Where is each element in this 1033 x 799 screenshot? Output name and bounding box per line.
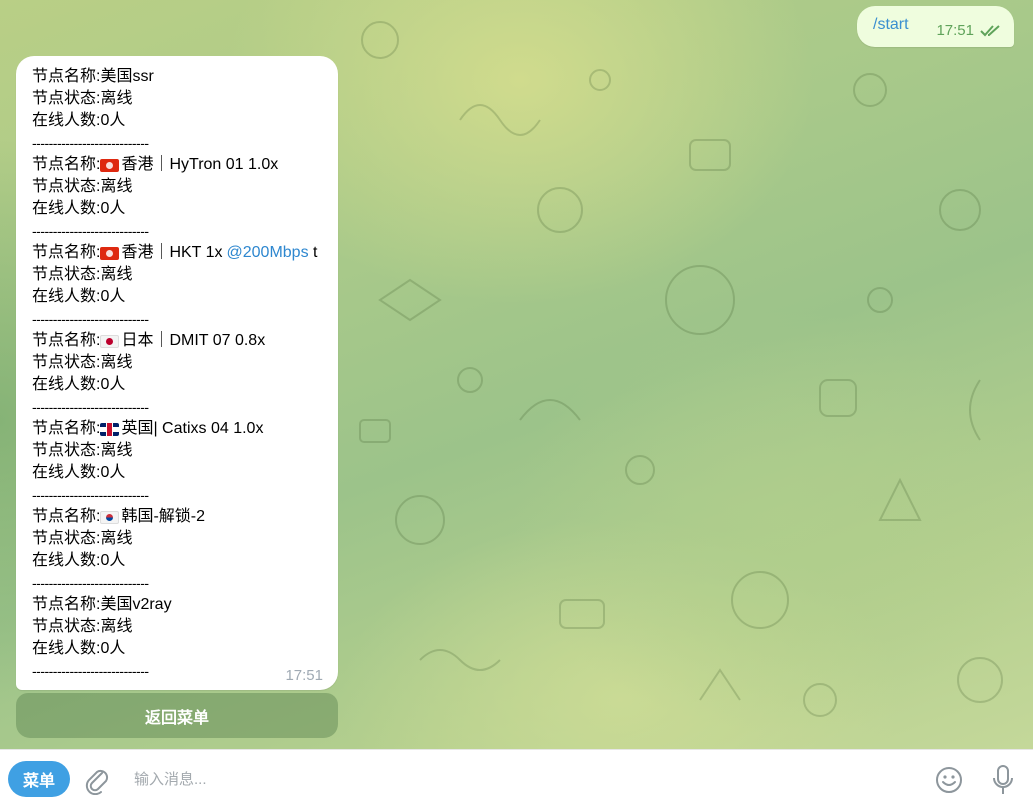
separator-line: ---------------------------- (32, 575, 149, 591)
node-name-line: 节点名称: 香港｜HyTron 01 1.0x (32, 154, 324, 176)
back-to-menu-button[interactable]: 返回菜单 (16, 693, 338, 738)
message-input-bar: 菜单 (0, 749, 1033, 799)
sent-message-text[interactable]: /start (873, 16, 909, 33)
node-status-line: 节点状态:离线 (32, 266, 133, 283)
flag-gb-icon (100, 422, 120, 436)
node-name-line: 节点名称: 英国| Catixs 04 1.0x (32, 418, 324, 440)
node-name-prefix: 节点名称: (32, 68, 101, 85)
chat-area[interactable]: /start 17:51 节点名称: 美国ssr 节点状态:离线 在线人数:0人 ---… (0, 0, 1033, 749)
node-name-line: 节点名称: 美国v2ray (32, 594, 324, 616)
sent-message-bubble[interactable]: /start 17:51 (857, 6, 1014, 47)
node-name-prefix: 节点名称: (32, 244, 101, 261)
node-name-prefix: 节点名称: (32, 420, 101, 437)
node-name-line: 节点名称: 美国ssr (32, 66, 324, 88)
node-status-line: 节点状态:离线 (32, 178, 133, 195)
node-online-count-line: 在线人数:0人 (32, 640, 126, 657)
node-online-count-line: 在线人数:0人 (32, 112, 126, 129)
node-name-prefix: 节点名称: (32, 332, 101, 349)
separator-line: ---------------------------- (32, 135, 149, 151)
flag-hk-icon (100, 246, 120, 260)
node-name-line: 节点名称: 韩国-解锁-2 (32, 506, 324, 528)
node-name: 英国| Catixs 04 1.0x (121, 420, 264, 437)
microphone-icon[interactable] (990, 763, 1016, 797)
flag-hk-icon (100, 158, 120, 172)
node-name: 香港｜HKT 1x (121, 244, 223, 261)
flag-kr-icon (100, 510, 120, 524)
node-status-line: 节点状态:离线 (32, 618, 133, 635)
double-check-icon (980, 24, 1000, 36)
node-status-list: 节点名称: 美国ssr 节点状态:离线 在线人数:0人 ----------------… (32, 66, 324, 682)
node-name-prefix: 节点名称: (32, 596, 101, 613)
node-online-count-line: 在线人数:0人 (32, 464, 126, 481)
node-online-count-line: 在线人数:0人 (32, 376, 126, 393)
separator-line: ---------------------------- (32, 663, 149, 679)
node-name-line: 节点名称: 日本｜DMIT 07 0.8x (32, 330, 324, 352)
sent-message-meta: 17:51 (936, 22, 1002, 39)
node-online-count-line: 在线人数:0人 (32, 552, 126, 569)
node-name: 日本｜DMIT 07 0.8x (121, 332, 266, 349)
bot-menu-button[interactable]: 菜单 (8, 761, 70, 797)
emoji-icon[interactable] (934, 765, 964, 795)
separator-line: ---------------------------- (32, 399, 149, 415)
received-message-bubble[interactable]: 节点名称: 美国ssr 节点状态:离线 在线人数:0人 ----------------… (16, 56, 338, 690)
node-name-prefix: 节点名称: (32, 508, 101, 525)
mention-link[interactable]: @200Mbps (227, 242, 309, 264)
node-status-line: 节点状态:离线 (32, 354, 133, 371)
node-name: 美国ssr (100, 68, 154, 85)
node-status-line: 节点状态:离线 (32, 530, 133, 547)
separator-line: ---------------------------- (32, 487, 149, 503)
node-online-count-line: 在线人数:0人 (32, 200, 126, 217)
node-name: 韩国-解锁-2 (121, 508, 206, 525)
separator-line: ---------------------------- (32, 311, 149, 327)
received-message-time: 17:51 (285, 667, 323, 684)
node-name: 香港｜HyTron 01 1.0x (121, 156, 279, 173)
node-name-line: 节点名称: 香港｜HKT 1x @200Mbps t (32, 242, 324, 264)
node-online-count-line: 在线人数:0人 (32, 288, 126, 305)
flag-jp-icon (100, 334, 120, 348)
node-name-prefix: 节点名称: (32, 156, 101, 173)
node-status-line: 节点状态:离线 (32, 90, 133, 107)
separator-line: ---------------------------- (32, 223, 149, 239)
message-input[interactable] (122, 764, 902, 794)
node-name-suffix: t (308, 244, 318, 261)
node-status-line: 节点状态:离线 (32, 442, 133, 459)
node-name: 美国v2ray (100, 596, 172, 613)
paperclip-icon[interactable] (84, 765, 110, 795)
sent-message-time: 17:51 (936, 22, 974, 39)
